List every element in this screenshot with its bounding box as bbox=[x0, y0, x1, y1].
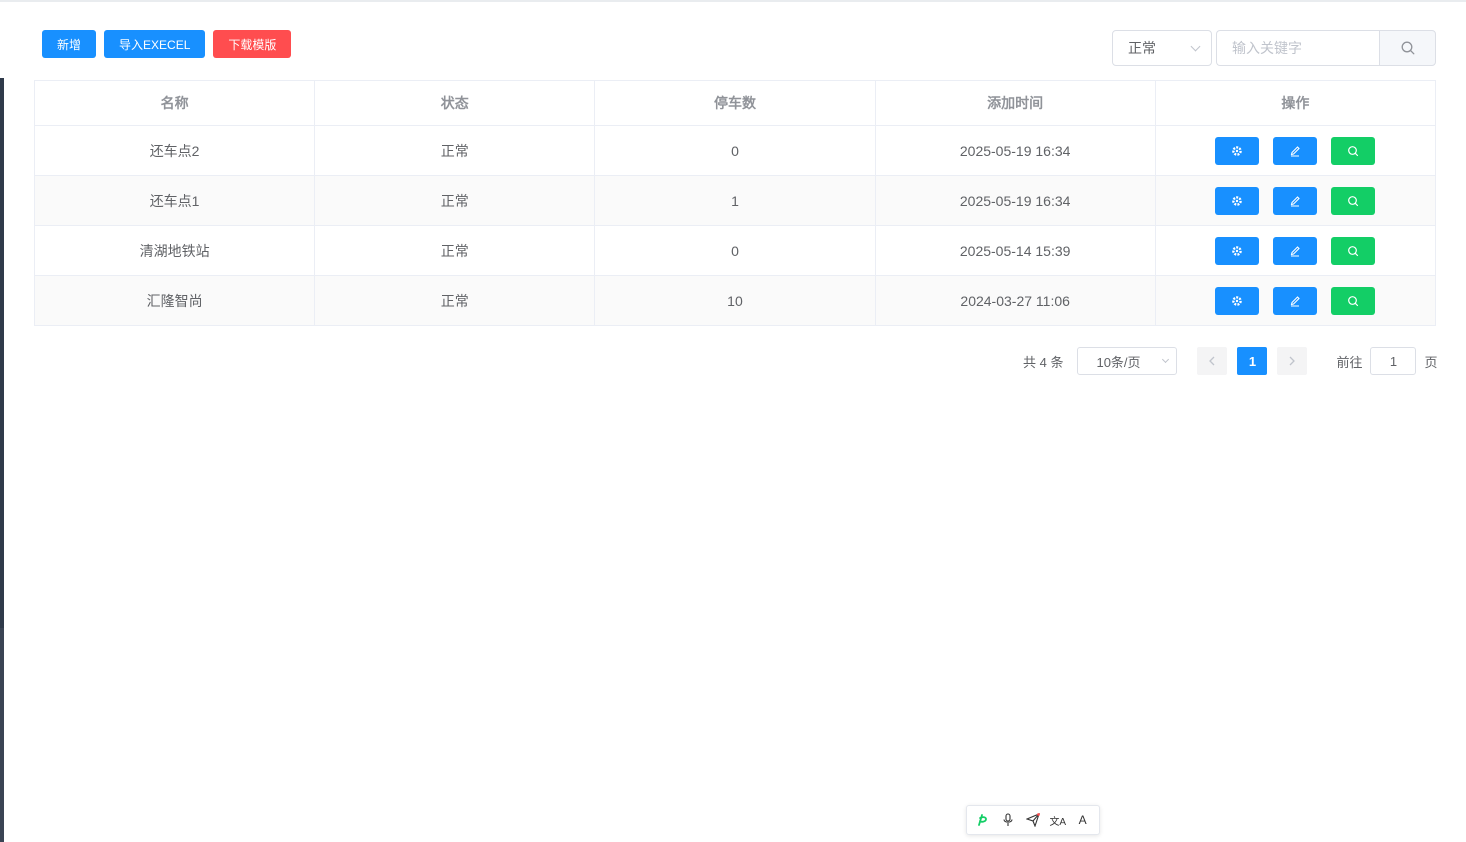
data-table: 名称 状态 停车数 添加时间 操作 还车点2 正常 0 2025-05-19 1… bbox=[33, 80, 1437, 326]
search-icon bbox=[1401, 41, 1414, 55]
settings-button[interactable] bbox=[1215, 186, 1260, 215]
edit-button[interactable] bbox=[1273, 186, 1318, 215]
header-time: 添加时间 bbox=[874, 80, 1156, 126]
edit-icon bbox=[1291, 195, 1301, 206]
edit-button[interactable] bbox=[1273, 236, 1318, 265]
page-size-select[interactable]: 10条/页 bbox=[1077, 347, 1178, 375]
gear-icon bbox=[1232, 145, 1243, 156]
table-row: 汇隆智尚 正常 10 2024-03-27 11:06 bbox=[33, 275, 1437, 326]
settings-button[interactable] bbox=[1215, 286, 1260, 315]
settings-button[interactable] bbox=[1215, 136, 1260, 165]
gear-icon bbox=[1232, 245, 1243, 256]
cell-count: 0 bbox=[594, 225, 876, 276]
chevron-down-icon bbox=[1162, 355, 1170, 363]
search-icon bbox=[1348, 295, 1359, 306]
gear-icon bbox=[1232, 295, 1243, 306]
edit-button[interactable] bbox=[1273, 136, 1318, 165]
view-button[interactable] bbox=[1331, 136, 1376, 165]
search-icon bbox=[1348, 195, 1359, 206]
search-input[interactable] bbox=[1216, 30, 1379, 66]
edit-icon bbox=[1291, 295, 1301, 306]
search-group bbox=[1216, 30, 1436, 66]
logo-icon[interactable] bbox=[974, 811, 992, 829]
next-page-button[interactable] bbox=[1277, 347, 1308, 375]
status-select[interactable]: 正常 bbox=[1112, 30, 1212, 66]
edit-icon bbox=[1291, 145, 1301, 156]
cell-actions bbox=[1154, 175, 1437, 226]
pagination-total: 共 4 条 bbox=[1023, 354, 1064, 370]
header-count: 停车数 bbox=[594, 80, 876, 126]
cell-actions bbox=[1154, 225, 1437, 276]
goto-page: 前往 页 bbox=[1336, 347, 1438, 375]
view-button[interactable] bbox=[1331, 286, 1376, 315]
cell-status: 正常 bbox=[314, 275, 596, 326]
cell-count: 0 bbox=[594, 125, 876, 176]
view-button[interactable] bbox=[1331, 236, 1376, 265]
cell-time: 2024-03-27 11:06 bbox=[874, 275, 1156, 326]
cell-name: 还车点1 bbox=[33, 175, 316, 226]
translate-icon[interactable]: 文A bbox=[1049, 811, 1067, 829]
cell-name: 汇隆智尚 bbox=[33, 275, 316, 326]
header-status: 状态 bbox=[314, 80, 596, 126]
cell-actions bbox=[1154, 275, 1437, 326]
gear-icon bbox=[1232, 195, 1243, 206]
cell-time: 2025-05-14 15:39 bbox=[874, 225, 1156, 276]
header-actions: 操作 bbox=[1154, 80, 1437, 126]
prev-page-button[interactable] bbox=[1197, 347, 1228, 375]
filter-bar: 正常 bbox=[1112, 30, 1436, 66]
toolbar: 新增 导入EXECEL 下载模版 bbox=[42, 30, 292, 58]
table-header-row: 名称 状态 停车数 添加时间 操作 bbox=[33, 80, 1437, 126]
search-icon bbox=[1348, 245, 1359, 256]
page-number-current[interactable]: 1 bbox=[1237, 347, 1268, 375]
send-icon[interactable] bbox=[1024, 811, 1042, 829]
chevron-right-icon bbox=[1290, 356, 1296, 366]
top-divider bbox=[0, 0, 1466, 2]
chevron-left-icon bbox=[1209, 356, 1215, 366]
left-edge-strip-lower bbox=[0, 628, 4, 842]
floating-toolbar: 文A A bbox=[966, 805, 1100, 835]
cell-status: 正常 bbox=[314, 175, 596, 226]
goto-page-input[interactable] bbox=[1370, 347, 1417, 375]
table-row: 清湖地铁站 正常 0 2025-05-14 15:39 bbox=[33, 225, 1437, 276]
pagination: 共 4 条 10条/页 1 前往 页 bbox=[1023, 347, 1438, 375]
cell-time: 2025-05-19 16:34 bbox=[874, 175, 1156, 226]
table-row: 还车点1 正常 1 2025-05-19 16:34 bbox=[33, 175, 1437, 226]
header-name: 名称 bbox=[33, 80, 316, 126]
table-row: 还车点2 正常 0 2025-05-19 16:34 bbox=[33, 125, 1437, 176]
cell-actions bbox=[1154, 125, 1437, 176]
view-button[interactable] bbox=[1331, 186, 1376, 215]
cell-name: 还车点2 bbox=[33, 125, 316, 176]
cell-status: 正常 bbox=[314, 225, 596, 276]
chevron-down-icon bbox=[1190, 41, 1201, 51]
left-edge-strip bbox=[0, 78, 4, 628]
cell-status: 正常 bbox=[314, 125, 596, 176]
cell-time: 2025-05-19 16:34 bbox=[874, 125, 1156, 176]
settings-button[interactable] bbox=[1215, 236, 1260, 265]
search-icon bbox=[1348, 145, 1359, 156]
edit-button[interactable] bbox=[1273, 286, 1318, 315]
search-button[interactable] bbox=[1379, 30, 1436, 66]
edit-icon bbox=[1291, 245, 1301, 256]
microphone-icon[interactable] bbox=[999, 811, 1017, 829]
import-excel-button[interactable]: 导入EXECEL bbox=[104, 30, 206, 58]
add-button[interactable]: 新增 bbox=[42, 30, 97, 58]
page-size-value: 10条/页 bbox=[1096, 354, 1141, 370]
status-select-value: 正常 bbox=[1128, 40, 1156, 56]
goto-suffix: 页 bbox=[1424, 354, 1438, 370]
cell-count: 1 bbox=[594, 175, 876, 226]
text-size-icon[interactable]: A bbox=[1074, 811, 1092, 829]
cell-name: 清湖地铁站 bbox=[33, 225, 316, 276]
download-template-button[interactable]: 下载模版 bbox=[213, 30, 292, 58]
goto-prefix: 前往 bbox=[1336, 354, 1363, 370]
cell-count: 10 bbox=[594, 275, 876, 326]
